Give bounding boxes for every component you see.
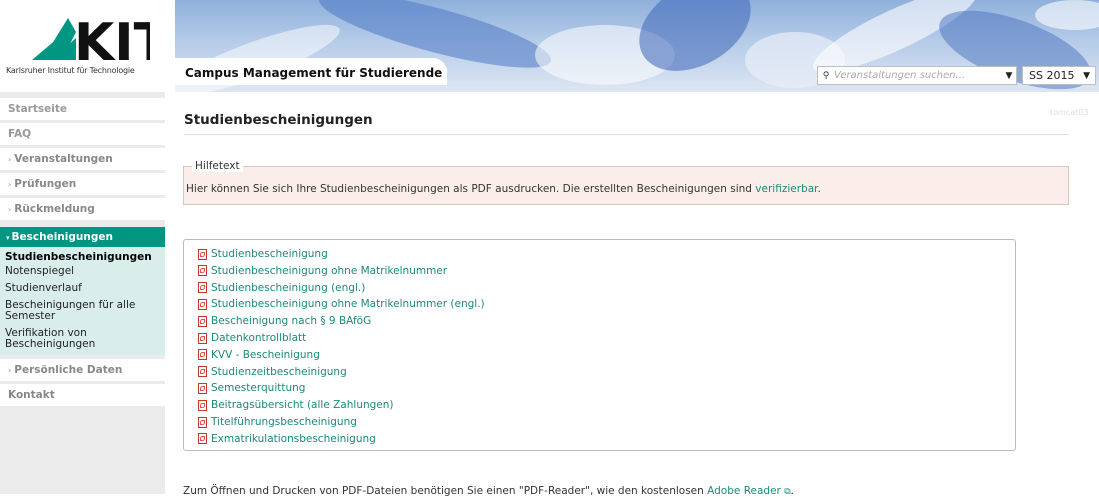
document-link[interactable]: Bescheinigung nach § 9 BAföG: [211, 315, 371, 327]
chevron-right-icon: ›: [8, 205, 12, 214]
nav-bescheinigungen[interactable]: ▾ Bescheinigungen: [0, 227, 165, 247]
main-content: Studienbescheinigungen tomcat03 Hilfetex…: [175, 92, 1099, 497]
pdf-icon: [198, 248, 207, 260]
pdf-icon: [198, 282, 207, 294]
search-icon: ⚲: [822, 70, 830, 81]
chevron-down-icon: ▼: [1083, 70, 1090, 81]
document-link-item[interactable]: Exmatrikulationsbescheinigung: [198, 431, 376, 447]
help-text-body: Hier können Sie sich Ihre Studienbeschei…: [186, 183, 756, 195]
nav-label: Rückmeldung: [14, 203, 95, 215]
adobe-reader-link[interactable]: Adobe Reader: [707, 485, 781, 497]
document-link-item[interactable]: Studienzeitbescheinigung: [198, 364, 347, 380]
subnav-studienverlauf[interactable]: Studienverlauf: [5, 283, 160, 294]
document-link-item[interactable]: Titelführungsbescheinigung: [198, 414, 357, 430]
document-link-item[interactable]: Datenkontrollblatt: [198, 330, 306, 346]
kit-logo-mark: KIT: [32, 16, 150, 62]
header: KIT Karlsruher Institut für Technologie …: [0, 0, 1099, 92]
document-link[interactable]: Semesterquittung: [211, 382, 305, 394]
logo-subtitle: Karlsruher Institut für Technologie: [6, 66, 135, 75]
help-box: Hilfetext Hier können Sie sich Ihre Stud…: [183, 160, 1069, 205]
help-text: Hier können Sie sich Ihre Studienbeschei…: [186, 183, 821, 195]
document-link[interactable]: Studienbescheinigung (engl.): [211, 282, 365, 294]
nav-persoenliche-daten[interactable]: › Persönliche Daten: [0, 359, 165, 381]
subnav-bescheinigungen-alle-semester[interactable]: Bescheinigungen für alle Semester: [5, 300, 160, 322]
pdf-icon: [198, 349, 207, 361]
nav-label: FAQ: [8, 128, 32, 140]
footer-suffix: .: [790, 485, 794, 497]
nav-faq[interactable]: FAQ: [0, 123, 165, 145]
document-link[interactable]: Studienbescheinigung ohne Matrikelnummer: [211, 265, 447, 277]
chevron-right-icon: ›: [8, 155, 12, 164]
server-label: tomcat03: [1050, 108, 1089, 117]
nav-label: Bescheinigungen: [11, 231, 113, 243]
nav-label: Persönliche Daten: [14, 364, 123, 376]
kit-logo[interactable]: KIT Karlsruher Institut für Technologie: [0, 0, 175, 92]
subnav-studienbescheinigungen[interactable]: Studienbescheinigungen: [5, 252, 160, 263]
document-link[interactable]: Beitragsübersicht (alle Zahlungen): [211, 399, 394, 411]
document-list: Studienbescheinigung Studienbescheinigung…: [183, 239, 1016, 451]
event-search[interactable]: ⚲ Veranstaltungen suchen... ▼: [817, 66, 1017, 85]
document-link-item[interactable]: KVV - Bescheinigung: [198, 347, 320, 363]
help-legend: Hilfetext: [192, 160, 243, 172]
semester-select[interactable]: SS 2015 ▼: [1022, 66, 1096, 85]
document-link[interactable]: Studienbescheinigung: [211, 248, 328, 260]
document-link[interactable]: KVV - Bescheinigung: [211, 349, 320, 361]
app-title: Campus Management für Studierende: [175, 58, 447, 85]
pdf-icon: [198, 416, 207, 428]
subnav-verifikation[interactable]: Verifikation von Bescheinigungen: [5, 328, 160, 350]
nav-label: Prüfungen: [14, 178, 77, 190]
nav-kontakt[interactable]: Kontakt: [0, 384, 165, 406]
chevron-right-icon: ›: [8, 366, 12, 375]
footer-note: Zum Öffnen und Drucken von PDF-Dateien b…: [183, 485, 794, 497]
pdf-icon: [198, 366, 207, 378]
document-link[interactable]: Studienbescheinigung ohne Matrikelnummer…: [211, 298, 485, 310]
pdf-icon: [198, 382, 207, 394]
document-link-item[interactable]: Studienbescheinigung (engl.): [198, 280, 365, 296]
footer-text: Zum Öffnen und Drucken von PDF-Dateien b…: [183, 485, 708, 497]
svg-text:KIT: KIT: [74, 16, 150, 62]
pdf-icon: [198, 298, 207, 310]
chevron-right-icon: ›: [8, 180, 12, 189]
pdf-icon: [198, 332, 207, 344]
nav-label: Kontakt: [8, 389, 55, 401]
verifizierbar-link[interactable]: verifizierbar: [755, 183, 817, 195]
nav-veranstaltungen[interactable]: › Veranstaltungen: [0, 148, 165, 170]
document-link-item[interactable]: Beitragsübersicht (alle Zahlungen): [198, 397, 394, 413]
nav-label: Veranstaltungen: [14, 153, 113, 165]
document-link-item[interactable]: Studienbescheinigung ohne Matrikelnummer: [198, 263, 447, 279]
nav-rueckmeldung[interactable]: › Rückmeldung: [0, 198, 165, 220]
help-suffix: .: [817, 183, 821, 195]
subnav-notenspiegel[interactable]: Notenspiegel: [5, 266, 160, 277]
page-title: Studienbescheinigungen: [184, 112, 373, 128]
document-link-item[interactable]: Studienbescheinigung: [198, 246, 328, 262]
document-link-item[interactable]: Bescheinigung nach § 9 BAföG: [198, 313, 371, 329]
semester-value: SS 2015: [1029, 69, 1075, 82]
pdf-icon: [198, 265, 207, 277]
pdf-icon: [198, 315, 207, 327]
document-link[interactable]: Studienzeitbescheinigung: [211, 366, 347, 378]
divider: [184, 134, 1069, 135]
nav-startseite[interactable]: Startseite: [0, 98, 165, 120]
document-link[interactable]: Titelführungsbescheinigung: [211, 416, 357, 428]
document-link[interactable]: Datenkontrollblatt: [211, 332, 306, 344]
chevron-down-icon: ▾: [6, 234, 10, 242]
pdf-icon: [198, 399, 207, 411]
nav-label: Startseite: [8, 103, 67, 115]
chevron-down-icon[interactable]: ▼: [1002, 71, 1016, 81]
document-link-item[interactable]: Studienbescheinigung ohne Matrikelnummer…: [198, 296, 485, 312]
document-link[interactable]: Exmatrikulationsbescheinigung: [211, 433, 376, 445]
nav-pruefungen[interactable]: › Prüfungen: [0, 173, 165, 195]
document-link-item[interactable]: Semesterquittung: [198, 380, 305, 396]
pdf-icon: [198, 433, 207, 445]
search-input[interactable]: Veranstaltungen suchen...: [834, 70, 1002, 81]
